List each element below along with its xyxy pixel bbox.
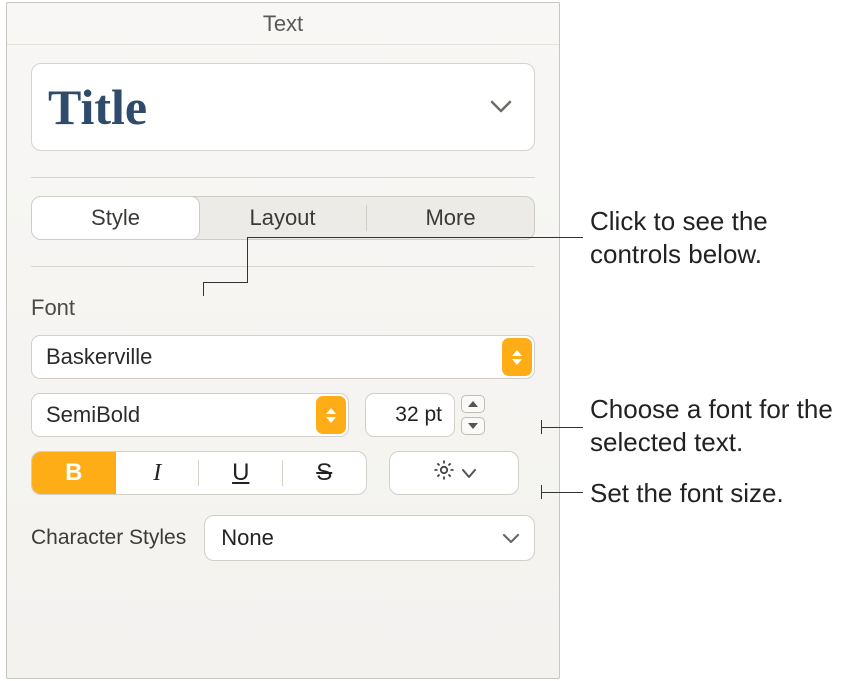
- font-weight-popup[interactable]: SemiBold: [31, 393, 349, 437]
- font-size-step-down[interactable]: [461, 417, 485, 435]
- tab-layout[interactable]: Layout: [199, 197, 366, 239]
- tab-layout-label: Layout: [249, 205, 315, 231]
- callout-tick: [203, 282, 204, 296]
- text-tabs: Style Layout More: [31, 196, 535, 240]
- popup-stepper-icon: [502, 338, 532, 376]
- italic-glyph: I: [153, 460, 161, 487]
- character-styles-label: Character Styles: [31, 526, 186, 550]
- underline-glyph: U: [232, 459, 249, 487]
- popup-stepper-icon: [316, 396, 346, 434]
- callout-line: [541, 427, 583, 428]
- callout-tabs: Click to see the controls below.: [590, 205, 850, 270]
- underline-button[interactable]: U: [199, 452, 283, 494]
- chevron-down-icon: [502, 525, 520, 551]
- font-family-value: Baskerville: [46, 344, 152, 370]
- paragraph-style-name: Title: [48, 78, 147, 136]
- paragraph-style-popup[interactable]: Title: [31, 63, 535, 151]
- font-size-step-up[interactable]: [461, 395, 485, 413]
- tab-style[interactable]: Style: [31, 196, 200, 240]
- callout-line: [247, 237, 248, 282]
- font-weight-value: SemiBold: [46, 402, 140, 428]
- font-size-value: 32 pt: [395, 403, 442, 426]
- panel-header: Text: [7, 3, 559, 45]
- divider: [31, 177, 535, 178]
- panel-body: Title Style Layout More Font Baskerville: [7, 45, 559, 561]
- gear-icon: [432, 458, 456, 488]
- bold-button[interactable]: B: [32, 452, 116, 494]
- tab-style-label: Style: [91, 205, 140, 231]
- text-inspector-panel: Text Title Style Layout More Font Basker: [6, 2, 560, 679]
- advanced-options-button[interactable]: [389, 451, 519, 495]
- tab-more-label: More: [425, 205, 475, 231]
- chevron-down-icon: [462, 462, 476, 485]
- divider: [31, 266, 535, 267]
- chevron-down-icon: [490, 100, 512, 114]
- italic-button[interactable]: I: [116, 452, 200, 494]
- callout-line: [541, 492, 583, 493]
- font-size-field[interactable]: 32 pt: [365, 393, 455, 437]
- panel-title: Text: [263, 11, 303, 36]
- callout-font-family: Choose a font for the selected text.: [590, 393, 860, 458]
- font-size-stepper: [461, 393, 485, 437]
- tab-more[interactable]: More: [367, 197, 534, 239]
- character-styles-value: None: [221, 525, 274, 551]
- font-size-control: 32 pt: [365, 393, 485, 437]
- font-family-popup[interactable]: Baskerville: [31, 335, 535, 379]
- caret-down-icon: [468, 423, 478, 429]
- bold-glyph: B: [65, 459, 82, 487]
- font-section-label: Font: [31, 295, 535, 321]
- caret-up-icon: [468, 401, 478, 407]
- callout-line: [203, 282, 248, 283]
- strike-glyph: S: [316, 459, 332, 487]
- callout-line: [247, 237, 583, 238]
- callout-font-size: Set the font size.: [590, 477, 860, 510]
- character-styles-popup[interactable]: None: [204, 515, 535, 561]
- strikethrough-button[interactable]: S: [283, 452, 367, 494]
- text-style-segmented: B I U S: [31, 451, 367, 495]
